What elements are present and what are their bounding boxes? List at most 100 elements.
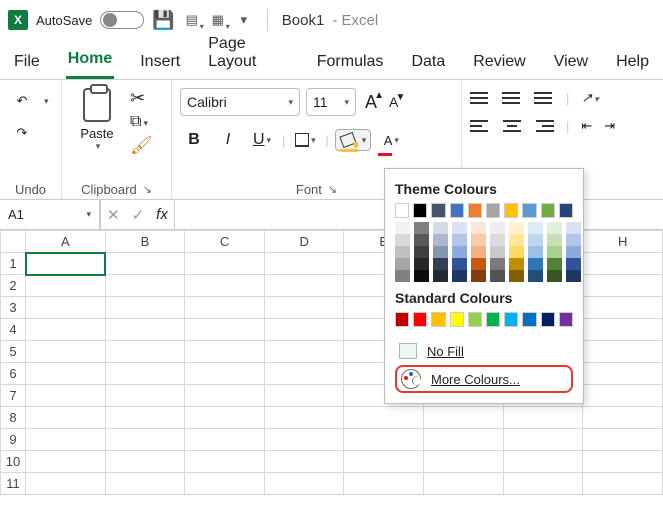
shade-swatch[interactable] — [414, 270, 429, 282]
standard-swatch[interactable] — [522, 312, 536, 327]
shade-swatch[interactable] — [566, 270, 581, 282]
shade-swatch[interactable] — [433, 222, 448, 234]
tab-home[interactable]: Home — [66, 44, 114, 79]
standard-swatch[interactable] — [468, 312, 482, 327]
standard-swatch[interactable] — [431, 312, 445, 327]
paste-dropdown[interactable]: ▾ — [96, 141, 101, 152]
col-header-a[interactable]: A — [26, 231, 106, 253]
row-header-5[interactable]: 5 — [1, 341, 26, 363]
shade-swatch[interactable] — [471, 270, 486, 282]
col-header-d[interactable]: D — [264, 231, 344, 253]
shade-swatch[interactable] — [490, 270, 505, 282]
decrease-font-icon[interactable]: A▼ — [386, 94, 401, 110]
autosave-toggle[interactable] — [100, 11, 144, 29]
standard-swatch[interactable] — [559, 312, 573, 327]
increase-indent-icon[interactable]: ⇥ — [604, 118, 615, 134]
select-all-corner[interactable] — [1, 231, 26, 253]
shade-swatch[interactable] — [395, 270, 410, 282]
align-top-icon[interactable] — [470, 92, 490, 104]
row-header-2[interactable]: 2 — [1, 275, 26, 297]
orientation-icon[interactable]: ↗▾ — [581, 90, 598, 106]
col-header-h[interactable]: H — [583, 231, 663, 253]
tab-data[interactable]: Data — [409, 47, 447, 79]
standard-swatch[interactable] — [541, 312, 555, 327]
shade-swatch[interactable] — [509, 270, 524, 282]
shade-swatch[interactable] — [547, 270, 562, 282]
theme-swatch[interactable] — [504, 203, 518, 218]
tab-review[interactable]: Review — [471, 47, 527, 79]
shade-swatch[interactable] — [433, 234, 448, 246]
row-header-1[interactable]: 1 — [1, 253, 26, 275]
shade-swatch[interactable] — [395, 222, 410, 234]
shade-swatch[interactable] — [433, 246, 448, 258]
align-left-icon[interactable] — [470, 120, 490, 132]
col-header-b[interactable]: B — [105, 231, 185, 253]
shade-swatch[interactable] — [471, 234, 486, 246]
shade-swatch[interactable] — [528, 222, 543, 234]
theme-swatch[interactable] — [468, 203, 482, 218]
shade-swatch[interactable] — [471, 258, 486, 270]
shade-swatch[interactable] — [490, 222, 505, 234]
standard-swatch[interactable] — [413, 312, 427, 327]
undo-dropdown[interactable]: ▾ — [44, 96, 49, 107]
tab-insert[interactable]: Insert — [138, 47, 182, 79]
undo-button[interactable]: ↶ — [8, 88, 36, 114]
shade-swatch[interactable] — [452, 258, 467, 270]
theme-swatch[interactable] — [559, 203, 573, 218]
qat-button-2[interactable]: ▦▾ — [209, 11, 227, 29]
tab-page-layout[interactable]: Page Layout — [206, 29, 291, 79]
tab-help[interactable]: Help — [614, 47, 651, 79]
align-right-icon[interactable] — [534, 120, 554, 132]
font-size-select[interactable]: 11▾ — [306, 88, 356, 116]
theme-swatch[interactable] — [486, 203, 500, 218]
shade-swatch[interactable] — [528, 258, 543, 270]
theme-swatch[interactable] — [541, 203, 555, 218]
qat-customize-icon[interactable]: ▾ — [235, 11, 253, 29]
paste-button[interactable]: Paste ▾ — [70, 84, 124, 152]
fx-icon[interactable]: fx — [150, 206, 174, 223]
row-header-10[interactable]: 10 — [1, 451, 26, 473]
increase-font-icon[interactable]: A▲ — [362, 92, 380, 113]
underline-button[interactable]: U▾ — [248, 126, 276, 154]
font-dialog-launcher[interactable]: ↘ — [328, 183, 337, 196]
shade-swatch[interactable] — [452, 234, 467, 246]
shade-swatch[interactable] — [433, 270, 448, 282]
shade-swatch[interactable] — [414, 246, 429, 258]
align-bottom-icon[interactable] — [534, 92, 554, 104]
theme-swatch[interactable] — [413, 203, 427, 218]
row-header-11[interactable]: 11 — [1, 473, 26, 495]
shade-swatch[interactable] — [509, 246, 524, 258]
copy-icon[interactable]: ⧉▾ — [130, 113, 153, 131]
shade-swatch[interactable] — [566, 234, 581, 246]
shade-swatch[interactable] — [490, 234, 505, 246]
row-header-4[interactable]: 4 — [1, 319, 26, 341]
standard-swatch[interactable] — [395, 312, 409, 327]
shade-swatch[interactable] — [509, 234, 524, 246]
cancel-entry-icon[interactable]: ✕ — [101, 206, 126, 224]
shade-swatch[interactable] — [528, 234, 543, 246]
cell-a1[interactable] — [26, 253, 106, 275]
align-center-icon[interactable] — [502, 120, 522, 132]
shade-swatch[interactable] — [471, 246, 486, 258]
row-header-9[interactable]: 9 — [1, 429, 26, 451]
more-colours-option[interactable]: More Colours... — [395, 365, 573, 393]
tab-file[interactable]: File — [12, 47, 42, 79]
shade-swatch[interactable] — [566, 222, 581, 234]
qat-button-1[interactable]: ▤▾ — [183, 11, 201, 29]
standard-swatch[interactable] — [450, 312, 464, 327]
shade-swatch[interactable] — [490, 246, 505, 258]
theme-swatch[interactable] — [450, 203, 464, 218]
decrease-indent-icon[interactable]: ⇤ — [581, 118, 592, 134]
fill-color-button[interactable]: ▾ — [335, 129, 372, 151]
save-icon[interactable]: 💾 — [152, 10, 174, 31]
shade-swatch[interactable] — [547, 258, 562, 270]
shade-swatch[interactable] — [566, 258, 581, 270]
name-box[interactable]: A1 ▾ — [0, 200, 100, 229]
shade-swatch[interactable] — [395, 246, 410, 258]
shade-swatch[interactable] — [509, 222, 524, 234]
shade-swatch[interactable] — [452, 270, 467, 282]
shade-swatch[interactable] — [433, 258, 448, 270]
shade-swatch[interactable] — [395, 258, 410, 270]
standard-swatch[interactable] — [504, 312, 518, 327]
shade-swatch[interactable] — [414, 234, 429, 246]
